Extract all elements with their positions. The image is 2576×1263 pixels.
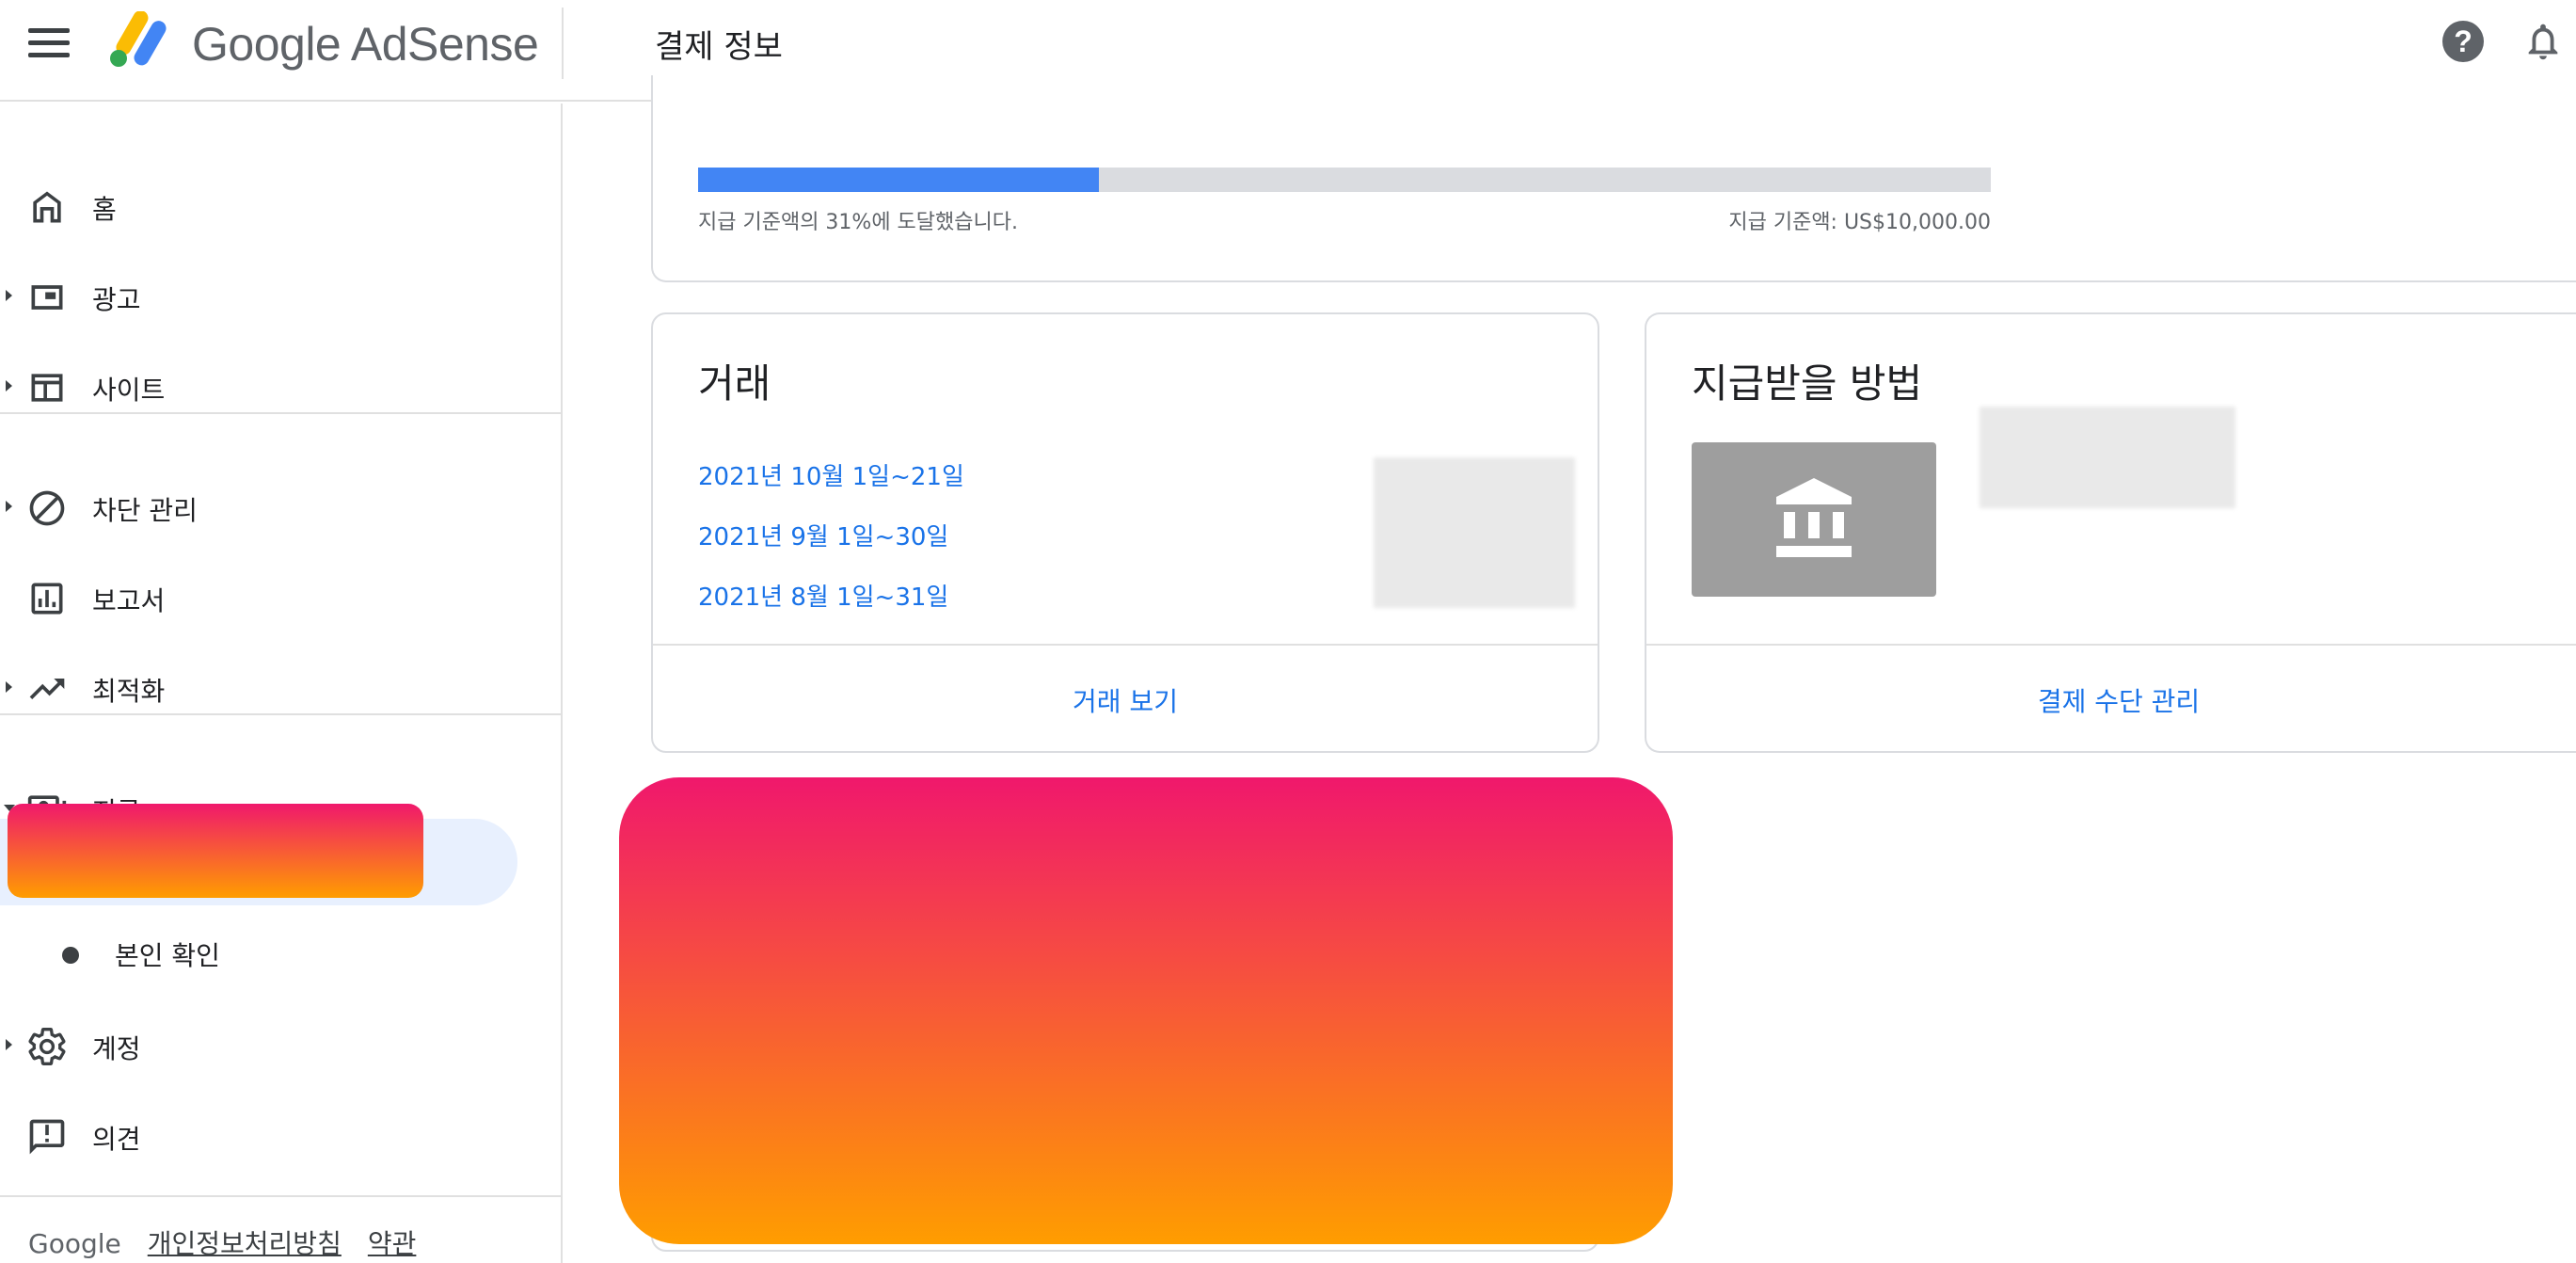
sidebar-item-feedback[interactable]: 의견 xyxy=(0,1101,563,1169)
redacted-settings-line xyxy=(698,975,867,1065)
settings-gear-icon xyxy=(28,1028,66,1065)
threshold-progress-bar xyxy=(698,168,1991,192)
transaction-period-link[interactable]: 2021년 9월 1일~30일 xyxy=(698,518,948,552)
sidebar-item-reports[interactable]: 보고서 xyxy=(0,563,563,631)
redacted-account xyxy=(1980,407,2235,508)
sidebar-item-blocking[interactable]: 차단 관리 xyxy=(0,472,563,540)
sidebar-subitem-label: 본인 확인 xyxy=(115,940,220,971)
sidebar-item-sites[interactable]: 사이트 xyxy=(0,352,563,420)
terms-link[interactable]: 약관 xyxy=(368,1228,417,1259)
header-divider xyxy=(562,8,564,79)
settings-title: 설정 xyxy=(698,846,771,892)
sidebar-item-label: 최적화 xyxy=(92,676,166,707)
sidebar-subitem-payment-info[interactable]: 결제 정보 xyxy=(0,819,517,905)
bullet-dot-icon xyxy=(62,947,79,964)
sidebar-item-label: 광고 xyxy=(92,284,141,315)
app-brand: Google AdSense xyxy=(192,18,539,71)
sidebar-divider xyxy=(0,1195,563,1197)
sites-icon xyxy=(31,374,63,402)
ads-icon xyxy=(31,285,63,310)
reports-icon xyxy=(31,583,63,615)
sidebar-footer: Google 개인정보처리방침 약관 xyxy=(28,1223,416,1261)
sidebar-item-optimization[interactable]: 최적화 xyxy=(0,653,563,721)
transaction-period-link[interactable]: 2021년 10월 1일~21일 xyxy=(698,457,964,492)
caret-right-icon xyxy=(6,501,12,512)
view-transactions-button[interactable]: 거래 보기 xyxy=(653,681,1598,719)
adsense-logo[interactable] xyxy=(105,11,175,68)
help-icon[interactable]: ? xyxy=(2442,21,2484,62)
redacted-amounts xyxy=(1374,457,1575,608)
manage-payment-methods-button[interactable]: 결제 수단 관리 xyxy=(1646,681,2576,719)
footer-brand: Google xyxy=(28,1228,121,1259)
privacy-link[interactable]: 개인정보처리방침 xyxy=(148,1228,342,1259)
redacted-settings-line xyxy=(698,915,1067,964)
caret-right-icon xyxy=(6,681,12,693)
active-dot-icon xyxy=(62,856,79,873)
sidebar-item-label: 보고서 xyxy=(92,585,166,616)
optimization-icon xyxy=(29,679,65,699)
threshold-progress-fill xyxy=(698,168,1099,192)
sidebar-item-label: 계정 xyxy=(92,1033,141,1064)
sidebar-divider xyxy=(0,713,563,715)
card-divider xyxy=(653,644,1598,646)
sidebar-item-label: 홈 xyxy=(92,194,117,225)
sidebar-subitem-verification[interactable]: 본인 확인 xyxy=(0,909,517,996)
caret-right-icon xyxy=(6,290,12,301)
block-icon xyxy=(29,490,65,526)
sidebar-item-home[interactable]: 홈 xyxy=(0,171,563,239)
feedback-icon xyxy=(29,1119,65,1155)
sidebar-item-label: 의견 xyxy=(92,1124,141,1155)
sidebar-item-ads[interactable]: 광고 xyxy=(0,262,563,329)
caret-down-icon xyxy=(4,805,15,811)
caret-right-icon xyxy=(6,380,12,392)
bank-tile xyxy=(1692,442,1936,597)
manage-settings-button[interactable]: 설정 관리 xyxy=(653,1169,1598,1207)
sidebar-item-label: 차단 관리 xyxy=(92,495,198,526)
users-link[interactable]: 사용자 1명 xyxy=(698,1063,812,1098)
sidebar-subitem-label: 결제 정보 xyxy=(115,850,220,881)
sidebar-item-label: 사이트 xyxy=(92,375,166,406)
threshold-amount-text: 지급 기준액: US$10,000.00 xyxy=(1728,211,1991,234)
transaction-period-link[interactable]: 2021년 8월 1일~31일 xyxy=(698,578,948,613)
page-title: 결제 정보 xyxy=(655,28,783,66)
sidebar: 홈 광고 사이트 차단 관리 보고서 최적화 지급 결제 정보 본인 확인 계정… xyxy=(0,104,563,1263)
sidebar-item-account[interactable]: 계정 xyxy=(0,1011,563,1079)
sidebar-divider xyxy=(0,412,563,414)
card-divider xyxy=(1646,644,2576,646)
card-divider xyxy=(653,1131,1598,1133)
transactions-title: 거래 xyxy=(698,360,771,407)
payment-method-title: 지급받을 방법 xyxy=(1692,360,1923,407)
bank-icon xyxy=(1776,478,1852,557)
notifications-icon[interactable] xyxy=(2521,19,2565,64)
menu-icon[interactable] xyxy=(28,28,70,62)
caret-right-icon xyxy=(6,1039,12,1050)
home-icon xyxy=(33,191,61,223)
threshold-reached-text: 지급 기준액의 31%에 도달했습니다. xyxy=(698,211,1018,234)
